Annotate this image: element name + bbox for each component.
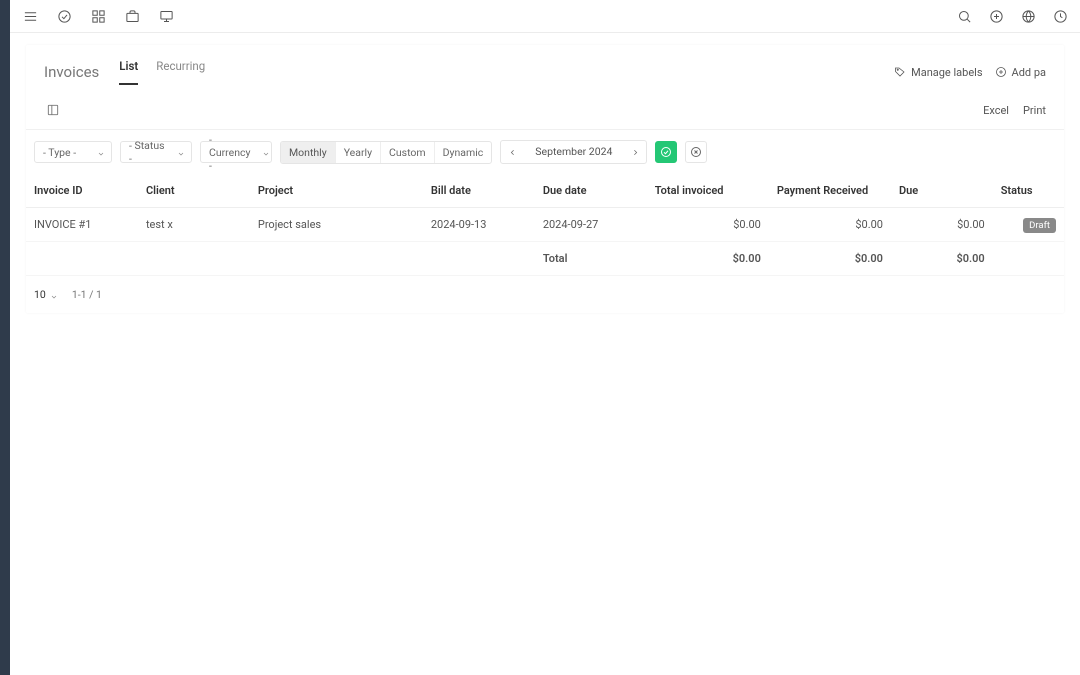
- chevron-left-icon: [508, 148, 517, 157]
- filter-type[interactable]: - Type -: [34, 141, 112, 163]
- pager: 10 1-1 / 1: [26, 276, 1064, 313]
- invoices-table: Invoice ID Client Project Bill date Due …: [26, 174, 1064, 276]
- filter-status-label: - Status -: [129, 139, 165, 165]
- total-invoiced: $0.00: [647, 242, 769, 276]
- total-label: Total: [535, 242, 647, 276]
- filters-row: - Type - - Status - - Currency - Monthly: [26, 130, 1064, 174]
- filter-currency[interactable]: - Currency -: [200, 141, 272, 163]
- total-due: $0.00: [891, 242, 993, 276]
- cell-invoice-id: INVOICE #1: [26, 208, 138, 242]
- tabs: List Recurring: [119, 59, 205, 85]
- table-row[interactable]: INVOICE #1 test x Project sales 2024-09-…: [26, 208, 1064, 242]
- tab-list[interactable]: List: [119, 59, 138, 85]
- content: Invoices List Recurring Manage labels Ad…: [10, 45, 1080, 313]
- col-client[interactable]: Client: [138, 174, 250, 208]
- chevron-down-icon: [97, 148, 105, 156]
- period-selector: September 2024: [500, 140, 647, 164]
- check-circle-icon[interactable]: [56, 8, 72, 24]
- monitor-icon[interactable]: [158, 8, 174, 24]
- range-dynamic[interactable]: Dynamic: [435, 142, 492, 163]
- top-toolbar: [10, 0, 1080, 33]
- topbar-right: [956, 8, 1068, 24]
- period-prev-button[interactable]: [501, 141, 523, 163]
- pager-range: 1-1 / 1: [72, 288, 102, 301]
- menu-icon[interactable]: [22, 8, 38, 24]
- range-yearly[interactable]: Yearly: [336, 142, 381, 163]
- manage-labels-label: Manage labels: [911, 66, 982, 79]
- range-group: Monthly Yearly Custom Dynamic: [280, 141, 492, 164]
- check-circle-icon: [660, 146, 672, 158]
- chevron-down-icon: [177, 148, 185, 156]
- briefcase-icon[interactable]: [124, 8, 140, 24]
- page-size-value: 10: [34, 288, 46, 301]
- history-icon[interactable]: [1052, 8, 1068, 24]
- cell-due-date: 2024-09-27: [535, 208, 647, 242]
- add-circle-icon[interactable]: [988, 8, 1004, 24]
- cell-total-invoiced: $0.00: [647, 208, 769, 242]
- reset-filters-button[interactable]: [685, 141, 707, 163]
- col-project[interactable]: Project: [250, 174, 423, 208]
- refresh-button[interactable]: [655, 141, 677, 163]
- search-icon[interactable]: [956, 8, 972, 24]
- range-custom[interactable]: Custom: [381, 142, 435, 163]
- status-badge: Draft: [1023, 218, 1056, 233]
- export-excel-button[interactable]: Excel: [983, 104, 1009, 117]
- chevron-right-icon: [631, 148, 640, 157]
- total-payment-received: $0.00: [769, 242, 891, 276]
- col-invoice-id[interactable]: Invoice ID: [26, 174, 138, 208]
- export-actions: Excel Print: [983, 104, 1046, 117]
- columns-icon: [46, 103, 60, 117]
- tag-icon: [894, 66, 906, 78]
- secondary-toolbar: Excel Print: [26, 91, 1064, 130]
- cell-project: Project sales: [250, 208, 423, 242]
- col-bill-date[interactable]: Bill date: [423, 174, 535, 208]
- globe-icon[interactable]: [1020, 8, 1036, 24]
- col-payment-received[interactable]: Payment Received: [769, 174, 891, 208]
- tab-recurring[interactable]: Recurring: [156, 59, 205, 85]
- filter-status[interactable]: - Status -: [120, 141, 192, 163]
- page-header: Invoices List Recurring Manage labels Ad…: [26, 45, 1064, 85]
- cell-due: $0.00: [891, 208, 993, 242]
- plus-circle-icon: [995, 66, 1007, 78]
- panel: Invoices List Recurring Manage labels Ad…: [26, 45, 1064, 313]
- cell-payment-received: $0.00: [769, 208, 891, 242]
- add-payment-button[interactable]: Add pa: [995, 66, 1046, 79]
- close-circle-icon: [690, 146, 702, 158]
- col-status[interactable]: Status: [993, 174, 1064, 208]
- range-monthly[interactable]: Monthly: [281, 142, 336, 163]
- cell-client: test x: [138, 208, 250, 242]
- col-due[interactable]: Due: [891, 174, 993, 208]
- page-size-select[interactable]: 10: [34, 288, 58, 301]
- add-payment-label: Add pa: [1012, 66, 1046, 79]
- chevron-down-icon: [50, 291, 58, 299]
- col-due-date[interactable]: Due date: [535, 174, 647, 208]
- period-next-button[interactable]: [624, 141, 646, 163]
- sidebar-strip: [0, 0, 10, 675]
- topbar-left: [22, 8, 174, 24]
- grid-icon[interactable]: [90, 8, 106, 24]
- manage-labels-button[interactable]: Manage labels: [894, 66, 982, 79]
- columns-toggle-button[interactable]: [44, 101, 62, 119]
- filter-type-label: - Type -: [43, 146, 76, 159]
- page-title: Invoices: [44, 63, 99, 81]
- filter-currency-label: - Currency -: [209, 133, 250, 172]
- header-actions: Manage labels Add pa: [894, 66, 1046, 79]
- chevron-down-icon: [262, 148, 270, 156]
- cell-bill-date: 2024-09-13: [423, 208, 535, 242]
- table-header-row: Invoice ID Client Project Bill date Due …: [26, 174, 1064, 208]
- period-label[interactable]: September 2024: [523, 141, 624, 163]
- cell-status: Draft: [993, 208, 1064, 242]
- table-total-row: Total $0.00 $0.00 $0.00: [26, 242, 1064, 276]
- export-print-button[interactable]: Print: [1023, 104, 1046, 117]
- main-area: Invoices List Recurring Manage labels Ad…: [10, 0, 1080, 675]
- col-total-invoiced[interactable]: Total invoiced: [647, 174, 769, 208]
